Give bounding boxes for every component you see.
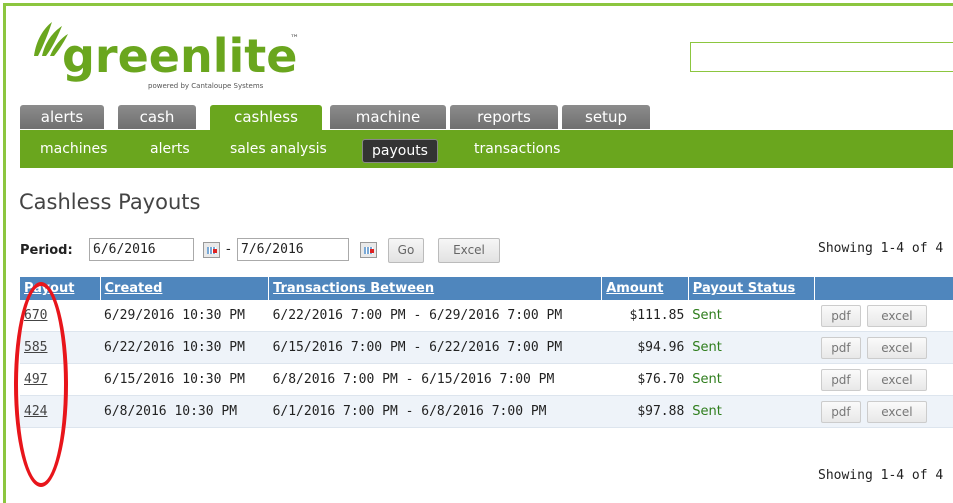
tab-alerts[interactable]: alerts — [20, 105, 104, 129]
tab-setup[interactable]: setup — [562, 105, 650, 129]
amount-cell: $111.85 — [601, 300, 689, 332]
start-date-input[interactable]: 6/6/2016 — [89, 238, 194, 261]
table-row: 585 6/22/2016 10:30 PM 6/15/2016 7:00 PM… — [20, 331, 953, 364]
created-cell: 6/22/2016 10:30 PM — [100, 331, 269, 364]
table-header-row: Payout Created Transactions Between Amou… — [20, 277, 953, 300]
download-cell: pdf excel — [814, 331, 953, 364]
end-date-input[interactable]: 7/6/2016 — [237, 238, 349, 261]
tab-machine[interactable]: machine — [330, 105, 446, 129]
payouts-table: Payout Created Transactions Between Amou… — [20, 277, 953, 428]
excel-button[interactable]: excel — [866, 368, 927, 391]
showing-count-bottom: Showing 1-4 of 4 — [818, 468, 944, 483]
amount-cell: $76.70 — [601, 363, 689, 396]
date-separator: - — [226, 242, 231, 257]
excel-button[interactable]: excel — [866, 336, 927, 359]
search-input[interactable] — [690, 42, 953, 72]
tab-reports[interactable]: reports — [450, 105, 558, 129]
table-row: 497 6/15/2016 10:30 PM 6/8/2016 7:00 PM … — [20, 363, 953, 396]
header-created[interactable]: Created — [100, 277, 270, 300]
header-payout-status[interactable]: Payout Status — [688, 277, 816, 300]
pdf-button[interactable]: pdf — [820, 400, 861, 423]
status-cell: Sent — [688, 395, 815, 428]
header-amount[interactable]: Amount — [601, 277, 689, 300]
subnav-machines[interactable]: machines — [40, 138, 107, 160]
trademark-symbol: ™ — [290, 34, 299, 44]
period-label: Period: — [20, 243, 73, 258]
subnav-payouts[interactable]: payouts — [362, 139, 438, 163]
pdf-button[interactable]: pdf — [820, 336, 861, 359]
status-cell: Sent — [688, 363, 815, 396]
header-downloads — [814, 277, 953, 300]
download-cell: pdf excel — [814, 395, 953, 428]
status-cell: Sent — [688, 300, 815, 332]
created-cell: 6/15/2016 10:30 PM — [100, 363, 269, 396]
table-row: 670 6/29/2016 10:30 PM 6/22/2016 7:00 PM… — [20, 300, 953, 332]
powered-by-text: powered by Cantaloupe Systems — [148, 82, 264, 90]
greenlite-logo[interactable]: greenlite ™ powered by Cantaloupe System… — [28, 18, 328, 98]
calendar-icon[interactable] — [203, 242, 220, 258]
download-cell: pdf excel — [814, 363, 953, 396]
excel-button[interactable]: excel — [866, 400, 927, 423]
highlight-circle-annotation — [14, 282, 68, 487]
between-cell: 6/15/2016 7:00 PM - 6/22/2016 7:00 PM — [268, 331, 602, 364]
amount-cell: $97.88 — [601, 395, 689, 428]
between-cell: 6/22/2016 7:00 PM - 6/29/2016 7:00 PM — [268, 300, 602, 332]
tab-cashless[interactable]: cashless — [210, 105, 322, 131]
status-cell: Sent — [688, 331, 815, 364]
table-row: 424 6/8/2016 10:30 PM 6/1/2016 7:00 PM -… — [20, 395, 953, 428]
calendar-icon[interactable] — [360, 242, 377, 258]
logo-wordmark: greenlite — [62, 29, 298, 83]
amount-cell: $94.96 — [601, 331, 689, 364]
excel-export-button[interactable]: Excel — [438, 238, 500, 263]
created-cell: 6/8/2016 10:30 PM — [100, 395, 269, 428]
between-cell: 6/1/2016 7:00 PM - 6/8/2016 7:00 PM — [268, 395, 602, 428]
sub-navigation: machines alerts sales analysis payouts t… — [20, 130, 953, 168]
download-cell: pdf excel — [814, 300, 953, 332]
subnav-transactions[interactable]: transactions — [474, 138, 560, 160]
tab-cash[interactable]: cash — [118, 105, 196, 129]
header-transactions-between[interactable]: Transactions Between — [268, 277, 603, 300]
page-title: Cashless Payouts — [19, 190, 201, 214]
excel-button[interactable]: excel — [866, 304, 927, 327]
between-cell: 6/8/2016 7:00 PM - 6/15/2016 7:00 PM — [268, 363, 602, 396]
pdf-button[interactable]: pdf — [820, 368, 861, 391]
showing-count-top: Showing 1-4 of 4 — [818, 241, 944, 256]
go-button[interactable]: Go — [388, 238, 424, 263]
subnav-alerts[interactable]: alerts — [150, 138, 190, 160]
created-cell: 6/29/2016 10:30 PM — [100, 300, 269, 332]
subnav-sales-analysis[interactable]: sales analysis — [230, 138, 327, 160]
pdf-button[interactable]: pdf — [820, 304, 861, 327]
